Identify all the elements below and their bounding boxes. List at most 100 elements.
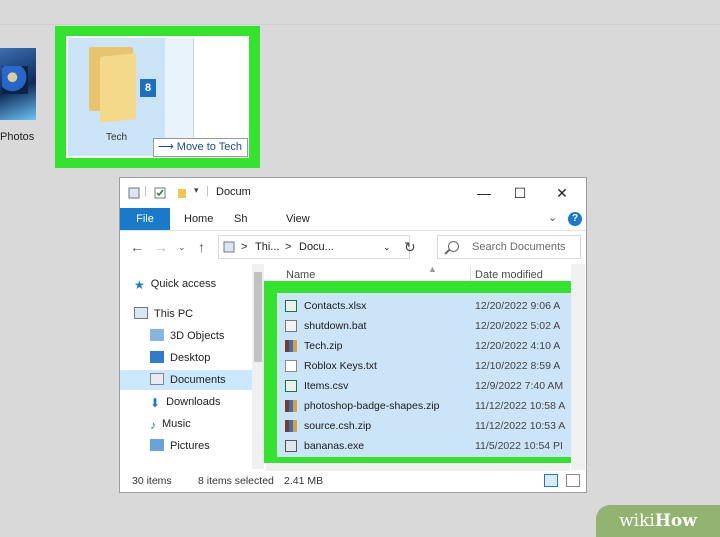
details-view-icon[interactable]: [544, 474, 558, 487]
horizontal-scrollbar[interactable]: [266, 463, 570, 471]
file-row[interactable]: source.csh.zip 11/12/2022 10:53 A: [285, 416, 572, 436]
nav-music-label: Music: [162, 418, 191, 430]
nav-scrollbar[interactable]: [252, 264, 264, 469]
minimize-button[interactable]: —: [468, 180, 500, 206]
nav-documents[interactable]: Documents: [120, 370, 252, 390]
tech-folder-label: Tech: [106, 132, 128, 143]
close-button[interactable]: ✕: [546, 180, 578, 206]
nav-quick-access[interactable]: ★ Quick access: [134, 274, 262, 294]
exe-icon: [285, 440, 297, 452]
search-input[interactable]: Search Documents: [437, 235, 581, 259]
file-date: 11/5/2022 10:54 PI: [475, 440, 563, 452]
tab-share[interactable]: Sh: [234, 208, 247, 230]
quick-access-dropdown-icon[interactable]: ▾: [194, 185, 199, 196]
file-name: source.csh.zip: [304, 420, 372, 432]
pc-small-icon: [223, 241, 235, 253]
ribbon-tabs: File Home Sh View ⌄ ?: [120, 208, 586, 231]
address-crumb-this-pc[interactable]: Thi...: [255, 236, 279, 258]
desktop-icon: [150, 351, 164, 363]
file-name: bananas.exe: [304, 440, 365, 452]
file-row[interactable]: photoshop-badge-shapes.zip 11/12/2022 10:…: [285, 396, 572, 416]
star-icon: ★: [134, 278, 145, 292]
column-name[interactable]: Name: [286, 269, 315, 281]
column-date-modified[interactable]: Date modified: [475, 269, 543, 281]
file-name: Tech.zip: [304, 340, 343, 352]
file-date: 12/10/2022 8:59 A: [475, 360, 561, 372]
forward-icon[interactable]: →: [154, 239, 168, 255]
excel-icon: [285, 300, 297, 312]
search-placeholder: Search Documents: [472, 241, 566, 253]
file-row[interactable]: shutdown.bat 12/20/2022 5:02 A: [285, 316, 572, 336]
nav-desktop-label: Desktop: [170, 352, 211, 364]
file-row[interactable]: bananas.exe 11/5/2022 10:54 PI: [285, 436, 572, 456]
file-name: Contacts.xlsx: [304, 300, 367, 312]
back-icon[interactable]: ←: [130, 239, 144, 255]
selected-size: 2.41 MB: [284, 475, 324, 487]
search-icon: [448, 241, 459, 252]
address-crumb-documents[interactable]: Docu...: [299, 236, 334, 258]
tab-view[interactable]: View: [286, 208, 310, 230]
file-list-scrollbar[interactable]: [571, 264, 585, 470]
file-name: Items.csv: [304, 380, 349, 392]
nav-pictures-label: Pictures: [170, 440, 210, 452]
nav-3d-objects-label: 3D Objects: [170, 330, 225, 342]
watermark-how: How: [654, 511, 697, 531]
move-arrow-icon: ⟶: [158, 141, 174, 153]
address-dropdown-icon[interactable]: ⌄: [383, 236, 391, 258]
file-name: shutdown.bat: [304, 320, 367, 332]
file-date: 12/20/2022 4:10 A: [475, 340, 561, 352]
new-folder-icon[interactable]: [176, 187, 188, 199]
window-title: Docum: [216, 186, 251, 198]
expand-ribbon-icon[interactable]: ⌄: [548, 211, 557, 224]
wikihow-watermark: wikiHow: [596, 505, 720, 537]
maximize-button[interactable]: ☐: [504, 180, 536, 206]
recent-dropdown-icon[interactable]: ⌄: [178, 242, 186, 253]
nav-this-pc[interactable]: This PC: [134, 304, 262, 324]
zip-icon: [285, 340, 297, 352]
item-count: 30 items: [132, 475, 172, 487]
properties-icon[interactable]: [128, 187, 140, 199]
title-sep-2: |: [206, 185, 209, 197]
tech-folder-front: [100, 53, 136, 123]
file-row[interactable]: Contacts.xlsx 12/20/2022 9:06 A: [285, 296, 572, 316]
tab-file[interactable]: File: [120, 208, 170, 230]
batch-icon: [285, 320, 297, 332]
address-sep-1: >: [241, 241, 248, 253]
watermark-wiki: wiki: [619, 511, 655, 531]
status-bar: 30 items 8 items selected 2.41 MB: [120, 470, 586, 492]
title-bar: | ▾ | Docum — ☐ ✕: [120, 178, 586, 208]
nav-scroll-thumb[interactable]: [254, 272, 262, 362]
sort-up-icon: ▲: [428, 264, 437, 274]
cube-icon: [150, 329, 164, 341]
checkbox-icon[interactable]: [154, 187, 166, 199]
file-name: Roblox Keys.txt: [304, 360, 377, 372]
file-date: 11/12/2022 10:53 A: [475, 420, 566, 432]
file-date: 11/12/2022 10:58 A: [475, 400, 566, 412]
navigation-pane: ★ Quick access This PC 3D Objects Desktop…: [120, 264, 266, 469]
file-row[interactable]: Roblox Keys.txt 12/10/2022 8:59 A: [285, 356, 572, 376]
photos-folder-icon[interactable]: [0, 48, 40, 128]
nav-downloads-label: Downloads: [166, 396, 221, 408]
refresh-icon[interactable]: ↻: [404, 239, 416, 256]
move-tooltip-text: Move to Tech: [176, 141, 243, 153]
pictures-icon: [150, 439, 164, 451]
photos-label: Photos: [0, 131, 35, 143]
file-row[interactable]: Items.csv 12/9/2022 7:40 AM: [285, 376, 572, 396]
tab-home[interactable]: Home: [184, 208, 213, 230]
drag-count-badge: 8: [140, 79, 156, 97]
file-row[interactable]: Tech.zip 12/20/2022 4:10 A: [285, 336, 572, 356]
help-icon[interactable]: ?: [568, 212, 582, 226]
nav-quick-access-label: Quick access: [150, 278, 217, 290]
move-tooltip: ⟶ Move to Tech: [153, 138, 249, 157]
large-icons-view-icon[interactable]: [566, 474, 580, 487]
excel-icon: [285, 380, 297, 392]
photos-thumbnail: [0, 48, 36, 120]
zip-icon: [285, 400, 297, 412]
nav-this-pc-label: This PC: [154, 308, 194, 320]
selected-count: 8 items selected: [198, 475, 274, 487]
up-icon[interactable]: ↑: [198, 239, 205, 255]
file-date: 12/20/2022 5:02 A: [475, 320, 561, 332]
music-icon: ♪: [150, 418, 156, 432]
nav-documents-label: Documents: [170, 374, 226, 386]
address-box[interactable]: > Thi... > Docu... ⌄: [218, 235, 410, 259]
